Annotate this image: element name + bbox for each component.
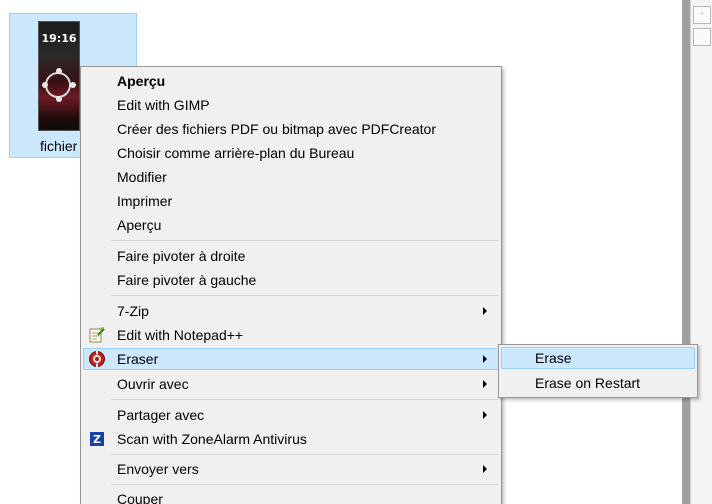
submenu-item-erase[interactable]: Erase <box>501 347 695 369</box>
menu-item-label: Erase <box>535 350 572 366</box>
menu-item-label: Imprimer <box>117 193 173 209</box>
eraser-submenu: Erase Erase on Restart <box>498 344 698 398</box>
menu-item-label: Modifier <box>117 169 167 185</box>
menu-item-imprimer[interactable]: Imprimer <box>83 190 499 212</box>
menu-item-label: Créer des fichiers PDF ou bitmap avec PD… <box>117 121 436 137</box>
menu-item-label: Scan with ZoneAlarm Antivirus <box>117 431 307 447</box>
menu-separator <box>111 484 499 485</box>
menu-item-label: Aperçu <box>117 217 162 233</box>
menu-item-pdfcreator[interactable]: Créer des fichiers PDF ou bitmap avec PD… <box>83 118 499 140</box>
menu-item-label: 7-Zip <box>117 303 149 319</box>
thumbnail-clock-text: 19:16 <box>41 32 77 45</box>
menu-item-modifier[interactable]: Modifier <box>83 166 499 188</box>
submenu-arrow-icon <box>483 465 487 473</box>
submenu-arrow-icon <box>483 355 487 363</box>
menu-item-label: Ouvrir avec <box>117 376 189 392</box>
menu-item-label: Couper <box>117 491 163 504</box>
side-panel <box>690 0 712 504</box>
submenu-item-erase-on-restart[interactable]: Erase on Restart <box>501 372 695 394</box>
menu-separator <box>111 399 499 400</box>
menu-item-label: Partager avec <box>117 407 205 423</box>
context-menu: Aperçu Edit with GIMP Créer des fichiers… <box>80 66 502 504</box>
menu-item-edit-with-notepad-plus-plus[interactable]: Edit with Notepad++ <box>83 324 499 346</box>
menu-item-couper[interactable]: Couper <box>83 488 499 504</box>
menu-item-label: Envoyer vers <box>117 461 199 477</box>
menu-item-zonealarm-scan[interactable]: Z Scan with ZoneAlarm Antivirus <box>83 428 499 450</box>
menu-separator <box>111 454 499 455</box>
file-thumbnail: 19:16 <box>38 21 80 131</box>
menu-item-label: Erase on Restart <box>535 375 641 391</box>
menu-item-rotate-right[interactable]: Faire pivoter à droite <box>83 245 499 267</box>
menu-item-set-desktop-background[interactable]: Choisir comme arrière-plan du Bureau <box>83 142 499 164</box>
submenu-arrow-icon <box>483 380 487 388</box>
zonealarm-icon: Z <box>88 430 106 448</box>
thumbnail-ring-icon <box>45 72 71 98</box>
menu-item-ouvrir-avec[interactable]: Ouvrir avec <box>83 373 499 395</box>
thumbnail-dot-icon <box>42 82 48 88</box>
thumbnail-dot-icon <box>70 82 76 88</box>
scroll-button-icon[interactable]: · <box>693 6 711 24</box>
menu-item-partager-avec[interactable]: Partager avec <box>83 404 499 426</box>
submenu-arrow-icon <box>483 307 487 315</box>
desktop: · 19:16 fichier Aperçu Edit with GIMP Cr… <box>0 0 712 504</box>
scroll-button-icon[interactable] <box>693 28 711 46</box>
thumbnail-dot-icon <box>56 68 62 74</box>
thumbnail-dot-icon <box>56 96 62 102</box>
menu-item-envoyer-vers[interactable]: Envoyer vers <box>83 458 499 480</box>
menu-item-apercu-default[interactable]: Aperçu <box>83 70 499 92</box>
menu-item-label: Faire pivoter à gauche <box>117 272 257 288</box>
menu-item-label: Eraser <box>117 351 159 367</box>
menu-item-label: Faire pivoter à droite <box>117 248 246 264</box>
menu-separator <box>111 295 499 296</box>
svg-text:Z: Z <box>93 433 101 446</box>
scrollbar[interactable]: · <box>682 0 712 504</box>
menu-item-edit-with-gimp[interactable]: Edit with GIMP <box>83 94 499 116</box>
menu-separator <box>111 240 499 241</box>
file-name-label: fichier <box>40 138 78 154</box>
submenu-arrow-icon <box>483 411 487 419</box>
menu-item-eraser[interactable]: Eraser <box>83 348 499 370</box>
eraser-icon <box>88 350 106 368</box>
menu-item-label: Choisir comme arrière-plan du Bureau <box>117 145 355 161</box>
menu-item-label: Aperçu <box>117 73 166 89</box>
menu-item-label: Edit with Notepad++ <box>117 327 244 343</box>
menu-item-apercu[interactable]: Aperçu <box>83 214 499 236</box>
menu-item-rotate-left[interactable]: Faire pivoter à gauche <box>83 269 499 291</box>
menu-item-7zip[interactable]: 7-Zip <box>83 300 499 322</box>
notepad-plus-plus-icon <box>88 326 106 344</box>
menu-item-label: Edit with GIMP <box>117 97 210 113</box>
scrollbar-track[interactable] <box>682 0 690 504</box>
